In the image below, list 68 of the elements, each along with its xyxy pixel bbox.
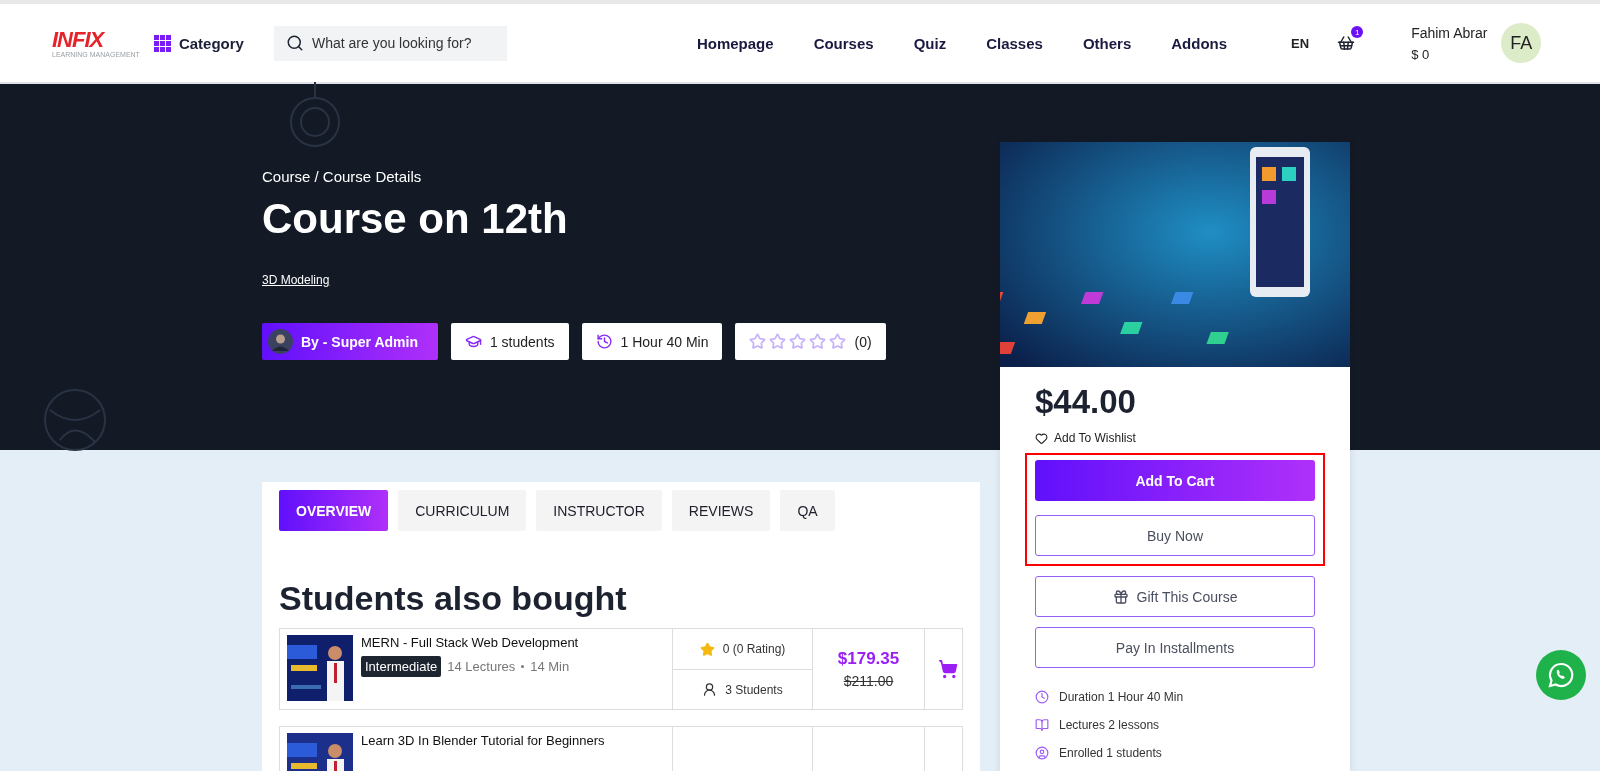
star-icon: [699, 641, 715, 657]
category-link[interactable]: 3D Modeling: [262, 273, 330, 287]
user-balance: $ 0: [1411, 46, 1431, 62]
gift-icon: [1112, 588, 1129, 605]
tab[interactable]: INSTRUCTOR: [536, 490, 662, 531]
action-button[interactable]: Pay In Installments: [1035, 627, 1315, 668]
action-button[interactable]: Add To Cart: [1035, 460, 1315, 501]
students-text: 3 Students: [725, 682, 783, 697]
nav-link[interactable]: Quiz: [913, 34, 947, 52]
old-price: $211.00: [843, 673, 894, 689]
course-row[interactable]: MERN - Full Stack Web Development Intermediate 14 Lectures 14 Min 0 (0 Rating) 3 Students $179.35 $211.00: [279, 628, 963, 710]
avatar-icon: [268, 329, 293, 354]
gift-button[interactable]: Gift This Course: [1035, 576, 1315, 617]
star-icon: [829, 333, 847, 350]
rating-text: 0 (0 Rating): [722, 642, 786, 656]
course-name[interactable]: MERN - Full Stack Web Development: [361, 635, 579, 650]
language-selector[interactable]: EN: [1291, 35, 1310, 51]
course-name[interactable]: Learn 3D In Blender Tutorial for Beginners: [361, 733, 605, 748]
course-price: $179.35: [837, 649, 900, 669]
chat-icon: [1547, 661, 1575, 689]
course-duration: 14 Min: [530, 659, 570, 674]
nav-link[interactable]: Homepage: [696, 34, 774, 52]
search-icon: [285, 34, 304, 52]
star-icon: [809, 333, 827, 350]
wishlist-link[interactable]: Add To Wishlist: [1035, 431, 1315, 445]
nav-link[interactable]: Addons: [1171, 34, 1228, 52]
tab[interactable]: OVERVIEW: [279, 490, 389, 531]
nav-link[interactable]: Courses: [813, 34, 874, 52]
students-badge: 1 students: [450, 323, 569, 360]
search-input[interactable]: What are you looking for?: [311, 25, 495, 61]
section-title: Students also bought: [279, 579, 628, 618]
grid-icon[interactable]: [153, 34, 171, 52]
course-price: $44.00: [1035, 383, 1137, 421]
nav-link[interactable]: Others: [1082, 34, 1132, 52]
clock-icon: [1035, 690, 1049, 704]
course-detail: Duration 1 Hour 40 Min: [1059, 690, 1184, 704]
breadcrumb: Course / Course Details: [262, 168, 423, 185]
rating-count: (0): [854, 333, 872, 350]
heart-icon: [1035, 431, 1048, 445]
logo[interactable]: INFIX: [52, 28, 140, 51]
star-icon: [769, 333, 787, 350]
book-icon: [1035, 718, 1049, 732]
graduation-cap-icon: [464, 333, 482, 350]
cart-icon[interactable]: [1337, 34, 1356, 52]
course-detail: Enrolled 1 students: [1059, 746, 1162, 760]
user-icon: [1035, 746, 1049, 760]
star-icon: [789, 333, 807, 350]
user-avatar[interactable]: FA: [1501, 23, 1542, 63]
duration-badge: 1 Hour 40 Min: [581, 323, 723, 360]
user-icon: [702, 682, 718, 697]
user-name[interactable]: Fahim Abrar: [1411, 24, 1488, 41]
tab[interactable]: REVIEWS: [671, 490, 771, 531]
nav-link[interactable]: Classes: [986, 34, 1043, 52]
category-link[interactable]: Category: [178, 34, 244, 52]
instructor-badge[interactable]: By - Super Admin: [262, 323, 438, 360]
level-tag: Intermediate: [361, 656, 442, 677]
action-button[interactable]: Buy Now: [1035, 515, 1315, 556]
cart-count-badge: 1: [1351, 26, 1364, 38]
course-detail: Lectures 2 lessons: [1059, 718, 1160, 732]
tab[interactable]: CURRICULUM: [398, 490, 527, 531]
course-title: Course on 12th: [262, 195, 569, 243]
star-icon: [749, 333, 767, 350]
whatsapp-button[interactable]: [1536, 650, 1586, 700]
search-field[interactable]: What are you looking for?: [273, 25, 507, 61]
lecture-count: 14 Lectures: [447, 659, 516, 674]
tab[interactable]: QA: [780, 490, 835, 531]
clock-icon: [595, 333, 613, 350]
course-row[interactable]: Learn 3D In Blender Tutorial for Beginners: [279, 726, 963, 771]
